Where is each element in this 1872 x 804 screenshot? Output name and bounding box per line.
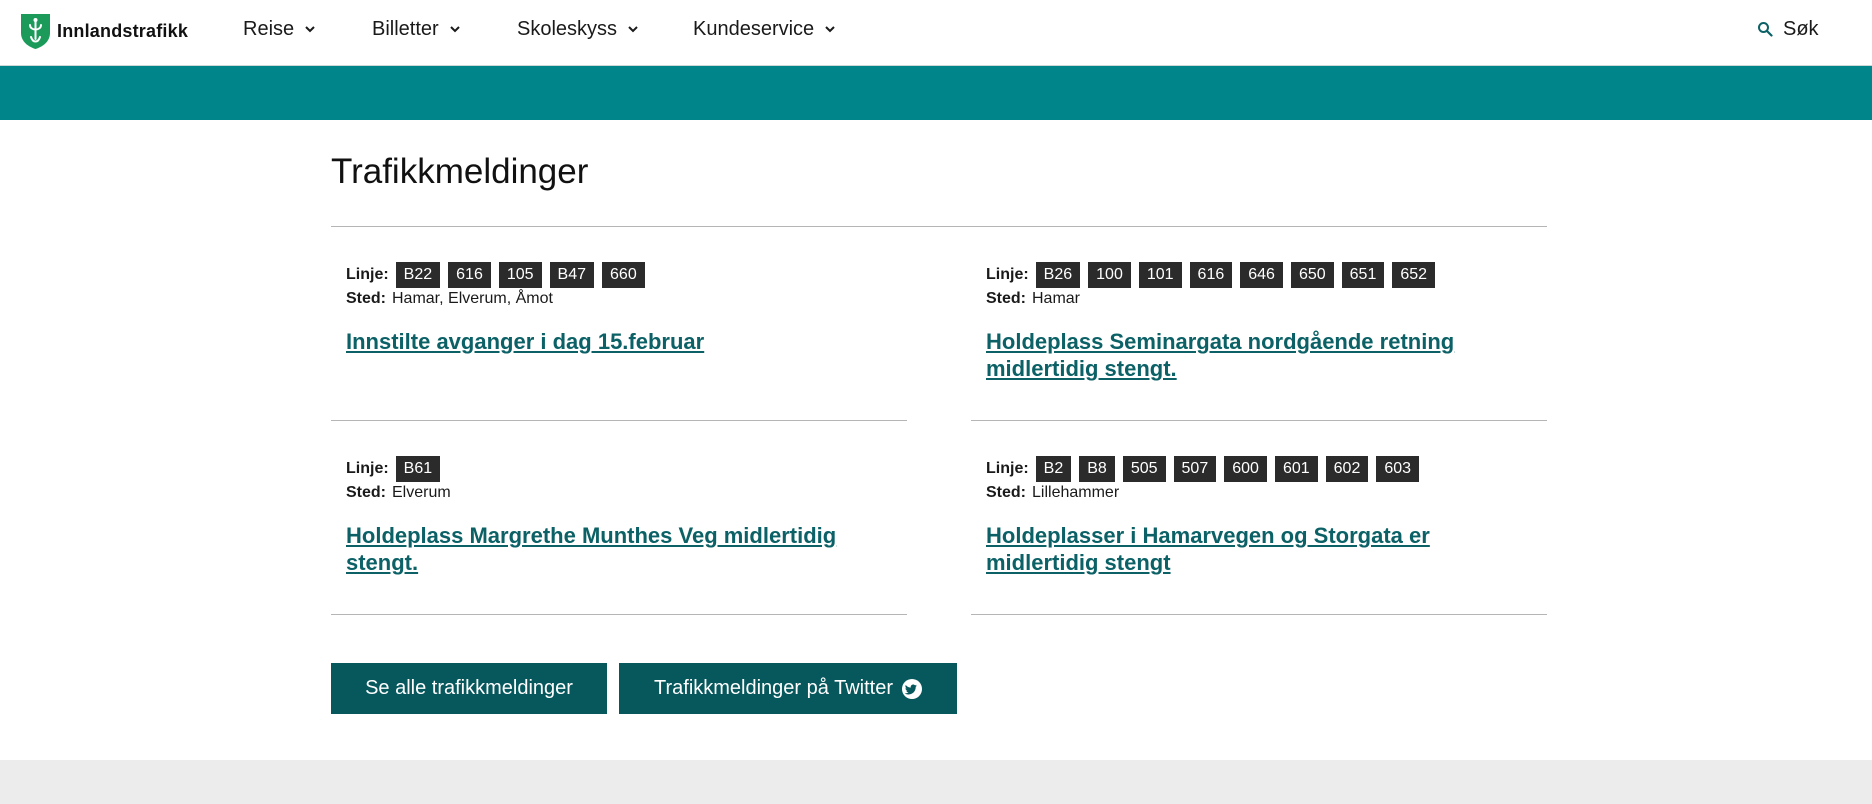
- line-row: Linje: B61: [346, 456, 906, 482]
- nav-item-label: Kundeservice: [693, 17, 815, 40]
- place-value: Lillehammer: [1032, 484, 1120, 501]
- nav-item-billetter[interactable]: Billetter: [372, 18, 517, 41]
- place-row: Sted: Elverum: [346, 484, 906, 502]
- brand-name: Innlandstrafikk: [57, 21, 189, 41]
- line-label: Linje:: [346, 266, 389, 283]
- search-button[interactable]: Søk: [1757, 0, 1819, 58]
- line-badge: B61: [395, 456, 441, 482]
- line-row: Linje: B2 B8 505 507 600 601 602 603: [986, 456, 1546, 482]
- place-value: Elverum: [392, 484, 451, 501]
- nav-item-skoleskyss[interactable]: Skoleskyss: [517, 18, 693, 41]
- line-row: Linje: B26 100 101 616 646 650 651 652: [986, 262, 1526, 288]
- chevron-down-icon: [628, 26, 638, 33]
- nav-item-label: Reise: [243, 17, 295, 40]
- message-link[interactable]: Holdeplasser i Hamarvegen og Storgata er…: [986, 522, 1546, 576]
- place-row: Sted: Lillehammer: [986, 484, 1546, 502]
- button-label: Trafikkmeldinger på Twitter: [654, 677, 893, 699]
- divider: [331, 614, 907, 615]
- twitter-icon: [901, 678, 922, 699]
- place-label: Sted:: [346, 290, 386, 307]
- place-label: Sted:: [346, 484, 386, 501]
- traffic-message-card: Linje: B2 B8 505 507 600 601 602 603 Ste…: [986, 456, 1546, 576]
- chevron-down-icon: [305, 26, 315, 33]
- line-badge: 650: [1290, 262, 1334, 288]
- line-badge: 105: [498, 262, 542, 288]
- line-badge: 601: [1274, 456, 1318, 482]
- message-link[interactable]: Holdeplass Margrethe Munthes Veg midlert…: [346, 522, 906, 576]
- place-label: Sted:: [986, 290, 1026, 307]
- line-label: Linje:: [986, 460, 1029, 477]
- line-badge: 646: [1240, 262, 1283, 288]
- site-header: Innlandstrafikk Reise Billetter Skolesky…: [0, 0, 1872, 66]
- message-link[interactable]: Holdeplass Seminargata nordgående retnin…: [986, 328, 1506, 382]
- line-badge: 101: [1138, 262, 1182, 288]
- footer-strip: [0, 760, 1872, 804]
- chevron-down-icon: [825, 26, 835, 33]
- search-icon: [1758, 22, 1773, 37]
- line-badge: B8: [1079, 456, 1115, 482]
- line-badge: 603: [1376, 456, 1420, 482]
- line-badge: B47: [549, 262, 595, 288]
- line-label: Linje:: [986, 266, 1029, 283]
- line-badge: 507: [1173, 456, 1217, 482]
- page-title: Trafikkmeldinger: [331, 152, 589, 191]
- traffic-message-card: Linje: B22 616 105 B47 660 Sted: Hamar, …: [346, 262, 886, 355]
- traffic-message-card: Linje: B26 100 101 616 646 650 651 652 S…: [986, 262, 1526, 382]
- chevron-down-icon: [449, 26, 460, 33]
- place-row: Sted: Hamar, Elverum, Åmot: [346, 290, 886, 308]
- nav-item-reise[interactable]: Reise: [243, 18, 372, 41]
- line-badge: B2: [1035, 456, 1072, 482]
- place-value: Hamar, Elverum, Åmot: [392, 290, 553, 307]
- line-badge: 602: [1325, 456, 1369, 482]
- main-nav: Reise Billetter Skoleskyss Kundeservice: [243, 0, 836, 58]
- button-label: Se alle trafikkmeldinger: [365, 677, 573, 699]
- line-badge: 616: [1189, 262, 1233, 288]
- search-label: Søk: [1783, 17, 1819, 40]
- nav-item-label: Billetter: [372, 17, 439, 40]
- line-badge: 616: [448, 262, 491, 288]
- message-link[interactable]: Innstilte avganger i dag 15.februar: [346, 328, 886, 355]
- shield-logo-icon: [21, 14, 50, 49]
- twitter-messages-button[interactable]: Trafikkmeldinger på Twitter: [619, 663, 957, 714]
- line-label: Linje:: [346, 460, 389, 477]
- place-label: Sted:: [986, 484, 1026, 501]
- place-value: Hamar: [1032, 290, 1081, 307]
- divider: [331, 226, 1547, 227]
- brand-logo-link[interactable]: Innlandstrafikk: [20, 13, 188, 50]
- line-badge: 100: [1088, 262, 1131, 288]
- traffic-message-card: Linje: B61 Sted: Elverum Holdeplass Marg…: [346, 456, 906, 576]
- line-badge: 505: [1122, 456, 1166, 482]
- line-badge: B22: [395, 262, 441, 288]
- divider: [971, 420, 1547, 421]
- line-row: Linje: B22 616 105 B47 660: [346, 262, 886, 288]
- line-badge: 660: [602, 262, 645, 288]
- nav-item-kundeservice[interactable]: Kundeservice: [693, 18, 836, 41]
- line-badge: 651: [1341, 262, 1385, 288]
- see-all-messages-button[interactable]: Se alle trafikkmeldinger: [331, 663, 607, 714]
- place-row: Sted: Hamar: [986, 290, 1526, 308]
- divider: [971, 614, 1547, 615]
- divider: [331, 420, 907, 421]
- line-badge: 652: [1392, 262, 1436, 288]
- nav-item-label: Skoleskyss: [517, 17, 618, 40]
- line-badge: 600: [1224, 456, 1267, 482]
- hero-band: [0, 66, 1872, 120]
- line-badge: B26: [1035, 262, 1081, 288]
